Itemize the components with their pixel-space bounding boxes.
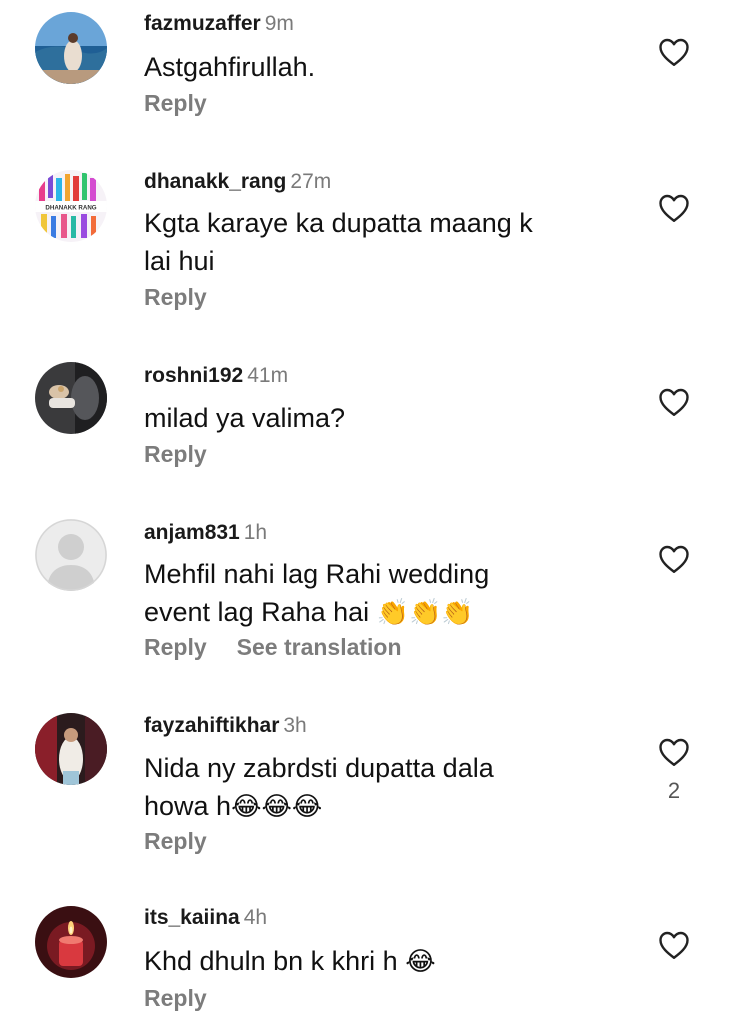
comment-text: Astgahfirullah. — [144, 48, 574, 86]
comment-line: Mehfil nahi lag Rahi wedding — [144, 559, 490, 589]
avatar[interactable]: DHANAKK RANG — [35, 170, 107, 242]
heart-outline-icon[interactable] — [656, 734, 692, 770]
comment-line: Nida ny zabrdsti dupatta dala — [144, 753, 494, 783]
brand-logo-text: DHANAKK RANG — [45, 205, 96, 212]
comment-actions: Reply — [144, 441, 207, 468]
laughing-tears-emoji: 😂 — [405, 947, 436, 977]
timestamp: 1h — [243, 521, 268, 544]
reply-button[interactable]: Reply — [144, 985, 207, 1011]
comment-line: lai hui — [144, 246, 215, 276]
dark-photo-avatar-image — [35, 362, 107, 434]
see-translation-link[interactable]: See translation — [237, 634, 402, 660]
timestamp: 4h — [243, 906, 268, 929]
username-text[interactable]: anjam831 — [144, 521, 240, 544]
clapping-hands-emoji: 👏👏👏 — [376, 598, 474, 628]
comment-line: Kgta karaye ka dupatta maang k — [144, 208, 533, 238]
timestamp: 3h — [283, 714, 307, 737]
username-text[interactable]: fazmuzaffer — [144, 12, 261, 35]
comment-actions: Reply See translation — [144, 634, 402, 661]
reply-button[interactable]: Reply — [144, 828, 207, 854]
username-text[interactable]: fayzahiftikhar — [144, 714, 279, 737]
comment-line-text: event lag Raha hai — [144, 597, 370, 627]
username-text[interactable]: roshni192 — [144, 364, 243, 387]
username[interactable]: its_kaiina 4h — [144, 906, 267, 930]
landscape-avatar-image — [35, 12, 107, 84]
reply-button[interactable]: Reply — [144, 634, 207, 660]
comment-line: howa h😂😂😂 — [144, 787, 574, 826]
comment-text: milad ya valima? — [144, 399, 574, 437]
laughing-tears-emoji: 😂😂😂 — [231, 792, 323, 822]
heart-outline-icon[interactable] — [656, 384, 692, 420]
comment-text: Nida ny zabrdsti dupatta dala howa h😂😂😂 — [144, 749, 574, 826]
avatar[interactable] — [35, 12, 107, 84]
candle-avatar-image — [35, 906, 107, 978]
comment-text: Kgta karaye ka dupatta maang k lai hui — [144, 204, 574, 280]
username[interactable]: fazmuzaffer 9m — [144, 12, 294, 36]
heart-outline-icon[interactable] — [656, 927, 692, 963]
username-text[interactable]: its_kaiina — [144, 906, 240, 929]
heart-outline-icon[interactable] — [656, 34, 692, 70]
username[interactable]: dhanakk_rang 27m — [144, 170, 331, 194]
timestamp: 9m — [264, 12, 294, 35]
timestamp: 41m — [247, 364, 289, 387]
photo-avatar-image — [35, 713, 107, 785]
reply-button[interactable]: Reply — [144, 441, 207, 467]
comment-line: Khd dhuln bn k khri h 😂 — [144, 942, 574, 981]
comment-line: event lag Raha hai 👏👏👏 — [144, 593, 574, 632]
timestamp: 27m — [290, 170, 332, 193]
username[interactable]: roshni192 41m — [144, 364, 288, 388]
heart-outline-icon[interactable] — [656, 541, 692, 577]
reply-button[interactable]: Reply — [144, 284, 207, 310]
avatar[interactable] — [35, 519, 107, 591]
comment-actions: Reply — [144, 828, 207, 855]
comment-line: Astgahfirullah. — [144, 52, 316, 82]
like-count: 2 — [667, 778, 681, 803]
avatar[interactable] — [35, 362, 107, 434]
comment-actions: Reply — [144, 985, 207, 1012]
colorful-brand-avatar-image: DHANAKK RANG — [35, 170, 107, 242]
username[interactable]: anjam831 1h — [144, 521, 267, 545]
avatar[interactable] — [35, 906, 107, 978]
avatar[interactable] — [35, 713, 107, 785]
comment-text: Khd dhuln bn k khri h 😂 — [144, 942, 574, 981]
username-text[interactable]: dhanakk_rang — [144, 170, 286, 193]
comment-line-text: Khd dhuln bn k khri h — [144, 946, 398, 976]
username[interactable]: fayzahiftikhar 3h — [144, 714, 307, 738]
comment-actions: Reply — [144, 90, 207, 117]
comment-text: Mehfil nahi lag Rahi wedding event lag R… — [144, 555, 574, 632]
comment-line-text: howa h — [144, 791, 232, 821]
default-avatar-image — [35, 519, 107, 591]
reply-button[interactable]: Reply — [144, 90, 207, 116]
heart-outline-icon[interactable] — [656, 190, 692, 226]
comment-actions: Reply — [144, 284, 207, 311]
comment-line: milad ya valima? — [144, 403, 346, 433]
